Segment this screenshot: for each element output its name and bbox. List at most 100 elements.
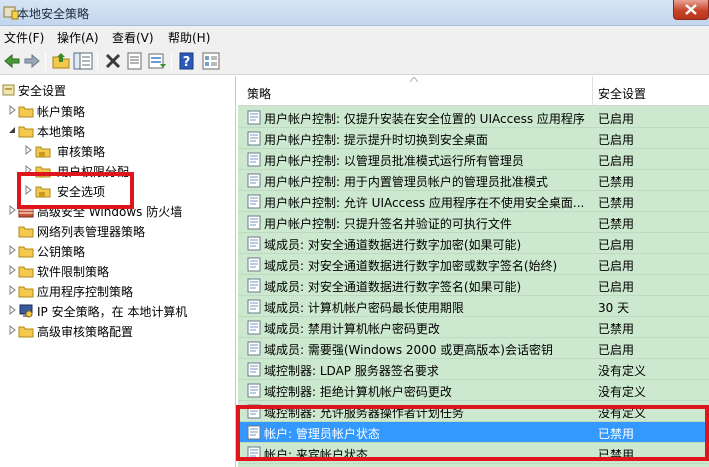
policy-name: 域成员: 对安全通道数据进行数字加密(如果可能) [264,238,522,252]
tree-item-account-policy[interactable]: 帐户策略 [0,101,236,121]
list-header: 策略 安全设置 [238,76,709,106]
menu-view[interactable]: 查看(V) [112,29,154,46]
folder-icon [18,126,34,138]
folder-lock-icon [35,186,51,198]
tree-item-firewall[interactable]: 高级安全 Windows 防火墙 [0,201,236,221]
table-row[interactable]: 域成员: 需要强(Windows 2000 或更高版本)会话密钥 已启用 [238,338,709,359]
table-row[interactable]: 域成员: 禁用计算机帐户密码更改 已禁用 [238,317,709,338]
tree-item-audit-policy[interactable]: 审核策略 [0,141,236,161]
export-list-icon[interactable] [147,51,167,71]
table-row[interactable]: 用户帐户控制: 提示提升时切换到安全桌面 已启用 [238,128,709,149]
tree-label: 应用程序控制策略 [37,285,134,299]
collapsed-arrow-icon[interactable] [23,145,33,155]
forward-arrow-icon[interactable] [22,51,42,71]
table-row[interactable]: 帐户: 来宾帐户状态 已禁用 [238,443,709,464]
tree-label: 安全选项 [57,185,106,199]
collapsed-arrow-icon[interactable] [7,285,17,295]
show-hide-tree-icon[interactable] [73,51,93,71]
security-setting-value: 已启用 [598,112,635,126]
tree-label: 软件限制策略 [37,265,110,279]
policy-item-icon [247,278,261,293]
policy-item-icon [247,236,261,251]
tree-item-user-rights[interactable]: 用户权限分配 [0,161,236,181]
policy-item-icon [247,320,261,335]
folder-icon [18,266,34,278]
up-folder-icon[interactable] [51,51,71,71]
security-settings-icon [2,84,15,96]
collapsed-arrow-icon[interactable] [7,205,17,215]
column-header-setting[interactable]: 安全设置 [598,85,646,102]
tree-item-app-control[interactable]: 应用程序控制策略 [0,281,236,301]
ip-security-icon [19,304,33,318]
back-arrow-icon[interactable] [2,51,22,71]
tree-item-public-key[interactable]: 公钥策略 [0,241,236,261]
folder-icon [18,326,34,338]
policy-name: 帐户: 来宾帐户状态 [264,448,368,462]
policy-name: 用户帐户控制: 提示提升时切换到安全桌面 [264,133,488,147]
table-row[interactable]: 用户帐户控制: 以管理员批准模式运行所有管理员 已启用 [238,149,709,170]
policy-name: 用户帐户控制: 允许 UIAccess 应用程序在不使用安全桌面... [264,196,585,210]
policy-item-icon [247,215,261,230]
close-button[interactable] [673,0,709,20]
policy-name: 域成员: 计算机帐户密码最长使用期限 [264,301,464,315]
policy-name: 用户帐户控制: 以管理员批准模式运行所有管理员 [264,154,524,168]
security-setting-value: 已禁用 [598,196,635,210]
policy-item-icon [247,404,261,419]
menu-file[interactable]: 文件(F) [4,29,44,46]
tree-root-security-settings[interactable]: 安全设置 [0,80,236,100]
policy-name: 域成员: 对安全通道数据进行数字签名(如果可能) [264,280,522,294]
delete-icon[interactable] [103,51,123,71]
tree-item-advanced-audit[interactable]: 高级审核策略配置 [0,321,236,341]
table-row[interactable]: 域控制器: LDAP 服务器签名要求 没有定义 [238,359,709,380]
collapsed-arrow-icon[interactable] [7,245,17,255]
collapsed-arrow-icon[interactable] [23,185,33,195]
collapsed-arrow-icon[interactable] [7,105,17,115]
tree-label: 本地策略 [37,125,86,139]
table-row[interactable]: 用户帐户控制: 允许 UIAccess 应用程序在不使用安全桌面... 已禁用 [238,191,709,212]
policy-item-icon [247,446,261,461]
security-setting-value: 已启用 [598,280,635,294]
table-row[interactable]: 域控制器: 允许服务器操作者计划任务 没有定义 [238,401,709,422]
tree-item-ip-security[interactable]: IP 安全策略，在 本地计算机 [0,301,236,321]
navigation-tree: 安全设置 帐户策略 本地策略 审核策略 用户权限分配 安全选项 高级安全 Win… [0,76,236,467]
table-row[interactable]: 域控制器: 拒绝计算机帐户密码更改 没有定义 [238,380,709,401]
tree-label: 网络列表管理器策略 [37,225,146,239]
menu-action[interactable]: 操作(A) [57,29,99,46]
policy-name: 域成员: 禁用计算机帐户密码更改 [264,322,440,336]
policy-name: 用户帐户控制: 只提升签名并验证的可执行文件 [264,217,512,231]
policy-item-icon [247,425,261,440]
tree-item-software-restriction[interactable]: 软件限制策略 [0,261,236,281]
collapsed-arrow-icon[interactable] [23,165,33,175]
policy-item-icon [247,299,261,314]
tree-item-security-options[interactable]: 安全选项 [0,181,236,201]
table-row[interactable]: 域成员: 计算机帐户密码最长使用期限 30 天 [238,296,709,317]
column-header-policy[interactable]: 策略 [247,85,271,102]
menu-help[interactable]: 帮助(H) [168,29,210,46]
policy-item-icon [247,110,261,125]
table-row[interactable]: 域成员: 对安全通道数据进行数字加密(如果可能) 已启用 [238,233,709,254]
collapsed-arrow-icon[interactable] [7,325,17,335]
table-row[interactable]: 用户帐户控制: 只提升签名并验证的可执行文件 已禁用 [238,212,709,233]
policy-item-icon [247,131,261,146]
properties-icon[interactable] [125,51,145,71]
table-row[interactable]: 域成员: 对安全通道数据进行数字加密或数字签名(始终) 已启用 [238,254,709,275]
tree-label: 用户权限分配 [57,165,130,179]
expanded-arrow-icon[interactable] [7,125,17,135]
table-row[interactable]: 用户帐户控制: 用于内置管理员帐户的管理员批准模式 已禁用 [238,170,709,191]
view-list-icon[interactable] [201,51,221,71]
collapsed-arrow-icon[interactable] [7,265,17,275]
security-setting-value: 没有定义 [598,364,647,378]
help-icon[interactable]: ? [177,51,197,71]
collapsed-arrow-icon[interactable] [7,305,17,315]
tree-label: IP 安全策略，在 本地计算机 [37,305,188,319]
table-row[interactable]: 域成员: 对安全通道数据进行数字签名(如果可能) 已启用 [238,275,709,296]
table-row[interactable]: 用户帐户控制: 仅提升安装在安全位置的 UIAccess 应用程序 已启用 [238,107,709,128]
folder-icon [18,226,34,238]
tree-item-local-policy[interactable]: 本地策略 [0,121,236,141]
security-setting-value: 已启用 [598,238,635,252]
folder-icon [18,246,34,258]
tree-item-network-list[interactable]: 网络列表管理器策略 [0,221,236,241]
table-row[interactable]: 帐户: 管理员帐户状态 已禁用 [238,422,709,443]
policy-item-icon [247,152,261,167]
policy-name: 域控制器: LDAP 服务器签名要求 [264,364,439,378]
